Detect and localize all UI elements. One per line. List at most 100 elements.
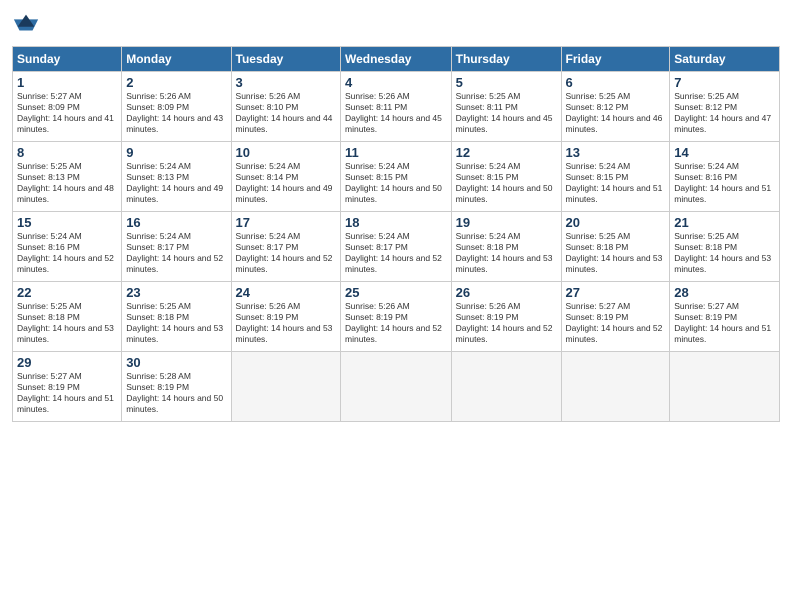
calendar-cell: 23 Sunrise: 5:25 AMSunset: 8:18 PMDaylig…	[122, 282, 231, 352]
calendar-cell: 22 Sunrise: 5:25 AMSunset: 8:18 PMDaylig…	[13, 282, 122, 352]
calendar-container: SundayMondayTuesdayWednesdayThursdayFrid…	[0, 0, 792, 432]
calendar-cell: 24 Sunrise: 5:26 AMSunset: 8:19 PMDaylig…	[231, 282, 340, 352]
day-detail: Sunrise: 5:24 AMSunset: 8:18 PMDaylight:…	[456, 231, 553, 274]
day-number: 23	[126, 285, 226, 300]
day-detail: Sunrise: 5:25 AMSunset: 8:18 PMDaylight:…	[674, 231, 771, 274]
day-number: 6	[566, 75, 666, 90]
day-number: 28	[674, 285, 775, 300]
day-number: 17	[236, 215, 336, 230]
day-detail: Sunrise: 5:25 AMSunset: 8:18 PMDaylight:…	[126, 301, 223, 344]
calendar-cell: 10 Sunrise: 5:24 AMSunset: 8:14 PMDaylig…	[231, 142, 340, 212]
day-number: 18	[345, 215, 447, 230]
day-number: 16	[126, 215, 226, 230]
day-number: 19	[456, 215, 557, 230]
day-detail: Sunrise: 5:24 AMSunset: 8:14 PMDaylight:…	[236, 161, 333, 204]
calendar-cell: 21 Sunrise: 5:25 AMSunset: 8:18 PMDaylig…	[670, 212, 780, 282]
day-detail: Sunrise: 5:26 AMSunset: 8:10 PMDaylight:…	[236, 91, 333, 134]
day-number: 12	[456, 145, 557, 160]
day-detail: Sunrise: 5:24 AMSunset: 8:17 PMDaylight:…	[236, 231, 333, 274]
calendar-cell: 15 Sunrise: 5:24 AMSunset: 8:16 PMDaylig…	[13, 212, 122, 282]
day-number: 4	[345, 75, 447, 90]
calendar-cell	[231, 352, 340, 422]
calendar-header: SundayMondayTuesdayWednesdayThursdayFrid…	[13, 47, 780, 72]
day-detail: Sunrise: 5:24 AMSunset: 8:17 PMDaylight:…	[345, 231, 442, 274]
day-number: 14	[674, 145, 775, 160]
day-detail: Sunrise: 5:24 AMSunset: 8:16 PMDaylight:…	[674, 161, 771, 204]
day-detail: Sunrise: 5:26 AMSunset: 8:19 PMDaylight:…	[456, 301, 553, 344]
day-number: 25	[345, 285, 447, 300]
day-number: 30	[126, 355, 226, 370]
weekday-header-row: SundayMondayTuesdayWednesdayThursdayFrid…	[13, 47, 780, 72]
calendar-body: 1 Sunrise: 5:27 AMSunset: 8:09 PMDayligh…	[13, 72, 780, 422]
day-number: 21	[674, 215, 775, 230]
day-detail: Sunrise: 5:26 AMSunset: 8:11 PMDaylight:…	[345, 91, 442, 134]
day-detail: Sunrise: 5:28 AMSunset: 8:19 PMDaylight:…	[126, 371, 223, 414]
calendar-cell: 3 Sunrise: 5:26 AMSunset: 8:10 PMDayligh…	[231, 72, 340, 142]
day-detail: Sunrise: 5:24 AMSunset: 8:16 PMDaylight:…	[17, 231, 114, 274]
calendar-cell: 28 Sunrise: 5:27 AMSunset: 8:19 PMDaylig…	[670, 282, 780, 352]
calendar-cell: 8 Sunrise: 5:25 AMSunset: 8:13 PMDayligh…	[13, 142, 122, 212]
calendar-cell: 29 Sunrise: 5:27 AMSunset: 8:19 PMDaylig…	[13, 352, 122, 422]
calendar-cell: 27 Sunrise: 5:27 AMSunset: 8:19 PMDaylig…	[561, 282, 670, 352]
day-detail: Sunrise: 5:25 AMSunset: 8:12 PMDaylight:…	[566, 91, 663, 134]
week-row-5: 29 Sunrise: 5:27 AMSunset: 8:19 PMDaylig…	[13, 352, 780, 422]
calendar-cell: 6 Sunrise: 5:25 AMSunset: 8:12 PMDayligh…	[561, 72, 670, 142]
day-detail: Sunrise: 5:25 AMSunset: 8:18 PMDaylight:…	[566, 231, 663, 274]
calendar-cell: 2 Sunrise: 5:26 AMSunset: 8:09 PMDayligh…	[122, 72, 231, 142]
calendar-cell: 9 Sunrise: 5:24 AMSunset: 8:13 PMDayligh…	[122, 142, 231, 212]
calendar-cell: 13 Sunrise: 5:24 AMSunset: 8:15 PMDaylig…	[561, 142, 670, 212]
logo	[12, 10, 42, 38]
weekday-header-friday: Friday	[561, 47, 670, 72]
calendar-cell: 7 Sunrise: 5:25 AMSunset: 8:12 PMDayligh…	[670, 72, 780, 142]
day-number: 22	[17, 285, 117, 300]
day-detail: Sunrise: 5:25 AMSunset: 8:18 PMDaylight:…	[17, 301, 114, 344]
calendar-cell: 11 Sunrise: 5:24 AMSunset: 8:15 PMDaylig…	[341, 142, 452, 212]
day-number: 7	[674, 75, 775, 90]
weekday-header-sunday: Sunday	[13, 47, 122, 72]
header-row	[12, 10, 780, 38]
calendar-cell: 14 Sunrise: 5:24 AMSunset: 8:16 PMDaylig…	[670, 142, 780, 212]
day-detail: Sunrise: 5:27 AMSunset: 8:19 PMDaylight:…	[674, 301, 771, 344]
day-detail: Sunrise: 5:26 AMSunset: 8:19 PMDaylight:…	[345, 301, 442, 344]
week-row-1: 1 Sunrise: 5:27 AMSunset: 8:09 PMDayligh…	[13, 72, 780, 142]
weekday-header-wednesday: Wednesday	[341, 47, 452, 72]
week-row-3: 15 Sunrise: 5:24 AMSunset: 8:16 PMDaylig…	[13, 212, 780, 282]
day-number: 11	[345, 145, 447, 160]
weekday-header-thursday: Thursday	[451, 47, 561, 72]
day-number: 15	[17, 215, 117, 230]
logo-icon	[12, 10, 40, 38]
day-number: 10	[236, 145, 336, 160]
calendar-table: SundayMondayTuesdayWednesdayThursdayFrid…	[12, 46, 780, 422]
weekday-header-saturday: Saturday	[670, 47, 780, 72]
day-number: 26	[456, 285, 557, 300]
calendar-cell: 4 Sunrise: 5:26 AMSunset: 8:11 PMDayligh…	[341, 72, 452, 142]
day-detail: Sunrise: 5:25 AMSunset: 8:11 PMDaylight:…	[456, 91, 553, 134]
calendar-cell: 5 Sunrise: 5:25 AMSunset: 8:11 PMDayligh…	[451, 72, 561, 142]
day-detail: Sunrise: 5:26 AMSunset: 8:09 PMDaylight:…	[126, 91, 223, 134]
calendar-cell: 30 Sunrise: 5:28 AMSunset: 8:19 PMDaylig…	[122, 352, 231, 422]
day-detail: Sunrise: 5:24 AMSunset: 8:15 PMDaylight:…	[345, 161, 442, 204]
calendar-cell: 12 Sunrise: 5:24 AMSunset: 8:15 PMDaylig…	[451, 142, 561, 212]
calendar-cell	[451, 352, 561, 422]
calendar-cell: 25 Sunrise: 5:26 AMSunset: 8:19 PMDaylig…	[341, 282, 452, 352]
day-detail: Sunrise: 5:24 AMSunset: 8:17 PMDaylight:…	[126, 231, 223, 274]
weekday-header-monday: Monday	[122, 47, 231, 72]
day-detail: Sunrise: 5:26 AMSunset: 8:19 PMDaylight:…	[236, 301, 333, 344]
day-detail: Sunrise: 5:27 AMSunset: 8:19 PMDaylight:…	[17, 371, 114, 414]
calendar-cell: 18 Sunrise: 5:24 AMSunset: 8:17 PMDaylig…	[341, 212, 452, 282]
day-number: 9	[126, 145, 226, 160]
calendar-cell: 19 Sunrise: 5:24 AMSunset: 8:18 PMDaylig…	[451, 212, 561, 282]
day-number: 3	[236, 75, 336, 90]
day-number: 2	[126, 75, 226, 90]
weekday-header-tuesday: Tuesday	[231, 47, 340, 72]
calendar-cell: 1 Sunrise: 5:27 AMSunset: 8:09 PMDayligh…	[13, 72, 122, 142]
calendar-cell	[341, 352, 452, 422]
week-row-4: 22 Sunrise: 5:25 AMSunset: 8:18 PMDaylig…	[13, 282, 780, 352]
calendar-cell: 17 Sunrise: 5:24 AMSunset: 8:17 PMDaylig…	[231, 212, 340, 282]
day-number: 5	[456, 75, 557, 90]
calendar-cell	[561, 352, 670, 422]
day-detail: Sunrise: 5:27 AMSunset: 8:09 PMDaylight:…	[17, 91, 114, 134]
day-number: 8	[17, 145, 117, 160]
day-detail: Sunrise: 5:24 AMSunset: 8:15 PMDaylight:…	[456, 161, 553, 204]
calendar-cell	[670, 352, 780, 422]
